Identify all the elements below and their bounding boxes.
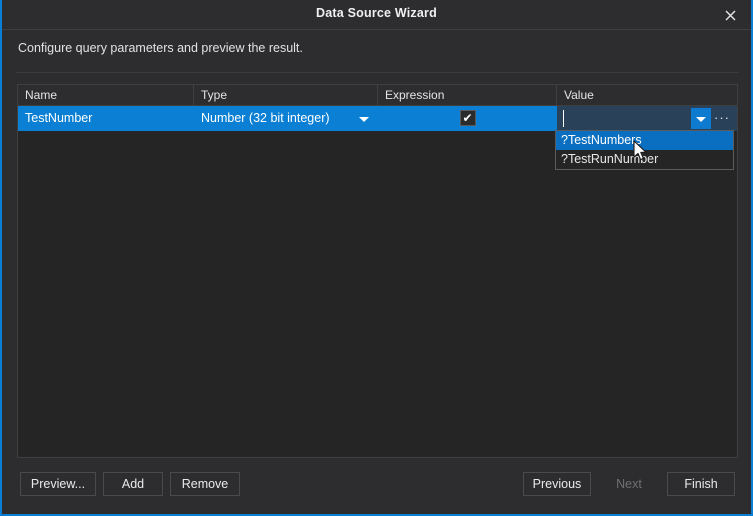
value-dropdown-button[interactable] [691,108,711,129]
close-icon[interactable] [715,3,745,27]
value-ellipsis-button[interactable]: ··· [714,106,730,131]
check-icon: ✔ [462,111,473,125]
autocomplete-dropdown: ?TestNumbers ?TestRunNumber [555,130,734,170]
remove-button[interactable]: Remove [170,472,240,496]
grid-header-row: Name Type Expression Value [18,85,737,106]
cell-type-label: Number (32 bit integer) [201,111,330,125]
cell-expression[interactable]: ✔ [378,106,557,131]
preview-button[interactable]: Preview... [20,472,96,496]
autocomplete-item-1[interactable]: ?TestRunNumber [556,150,733,169]
dialog-title: Data Source Wizard [316,6,437,20]
previous-button[interactable]: Previous [523,472,591,496]
cell-value[interactable]: ··· + [557,106,737,131]
finish-button[interactable]: Finish [667,472,735,496]
value-input[interactable] [557,106,737,131]
text-caret [563,110,564,127]
cell-name[interactable]: TestNumber [18,106,194,131]
chevron-down-icon [696,117,706,122]
column-header-value[interactable]: Value [557,85,737,106]
table-row[interactable]: TestNumber Number (32 bit integer) ✔ ··· [18,106,737,131]
next-button: Next [616,477,642,491]
column-header-type[interactable]: Type [194,85,378,106]
title-bar: Data Source Wizard [2,0,751,30]
chevron-down-icon[interactable] [359,117,369,122]
expression-checkbox[interactable]: ✔ [459,110,476,126]
dialog-description: Configure query parameters and preview t… [18,41,303,55]
header-divider [16,72,739,73]
column-header-name[interactable]: Name [18,85,194,106]
autocomplete-item-0[interactable]: ?TestNumbers [556,131,733,150]
data-source-wizard-dialog: Data Source Wizard Configure query param… [0,0,753,516]
column-header-expression[interactable]: Expression [378,85,557,106]
add-button[interactable]: Add [103,472,163,496]
cell-type[interactable]: Number (32 bit integer) [194,106,378,131]
close-glyph [725,10,735,20]
